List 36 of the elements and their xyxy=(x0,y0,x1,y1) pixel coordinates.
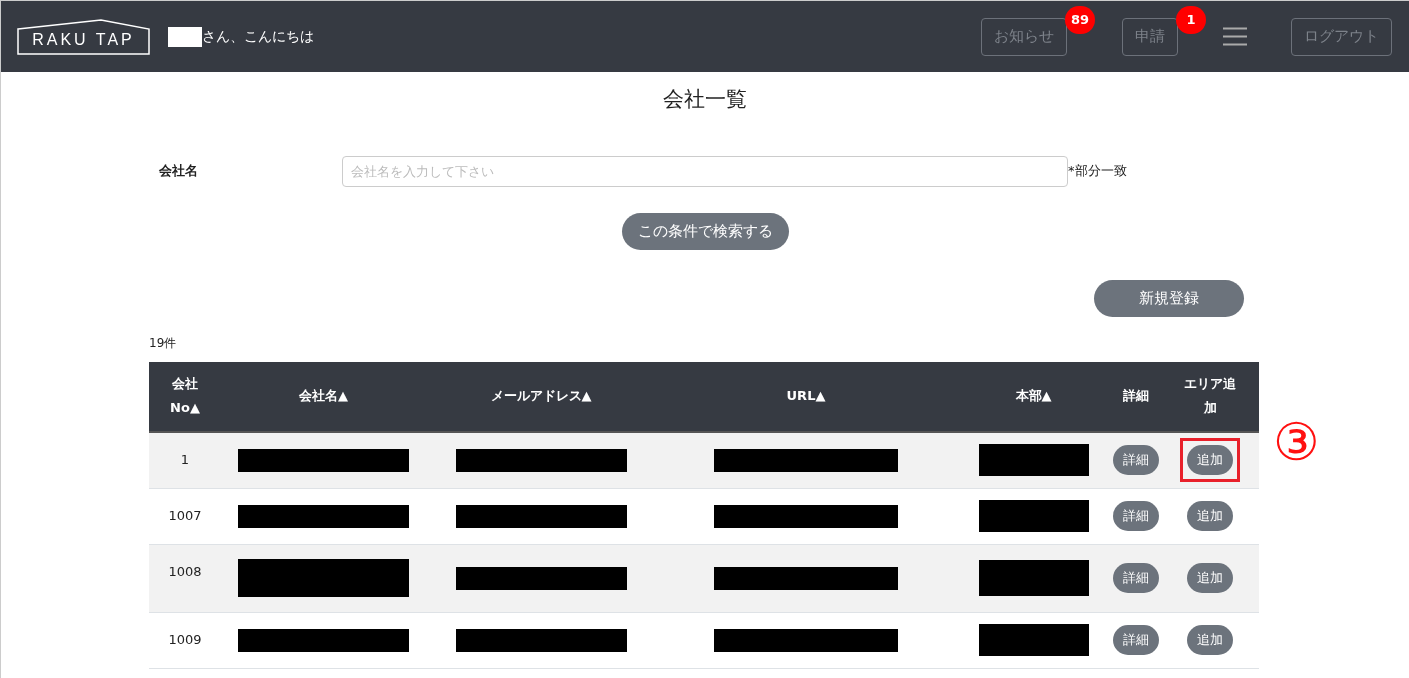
column-header[interactable]: 会社No▲ xyxy=(149,372,221,420)
field-label: 会社名 xyxy=(159,162,199,181)
match-note: *部分一致 xyxy=(1068,162,1127,181)
detail-button[interactable]: 詳細 xyxy=(1113,563,1159,593)
nav-button[interactable]: お知らせ xyxy=(981,17,1067,56)
table-cell: 1 xyxy=(180,451,190,467)
logout-button[interactable]: ログアウト xyxy=(1291,17,1392,56)
column-header[interactable]: URL▲ xyxy=(656,384,956,408)
add-button[interactable]: 追加 xyxy=(1187,501,1233,531)
detail-button[interactable]: 詳細 xyxy=(1113,625,1159,655)
column-header: 詳細 xyxy=(1122,387,1150,405)
result-count: 19件 xyxy=(149,334,178,352)
column-header[interactable]: 本部▲ xyxy=(956,384,1111,408)
table-cell: 1008 xyxy=(168,563,202,579)
add-button[interactable]: 追加 xyxy=(1187,445,1233,475)
detail-button[interactable]: 詳細 xyxy=(1113,501,1159,531)
column-header: エリア追加 xyxy=(1183,375,1237,417)
table-cell: 1007 xyxy=(168,507,202,523)
add-button[interactable]: 追加 xyxy=(1187,563,1233,593)
new-registration-button[interactable]: 新規登録 xyxy=(1094,279,1244,317)
count-badge: 1 xyxy=(1176,5,1206,34)
table-cell: 1009 xyxy=(168,631,202,647)
add-button[interactable]: 追加 xyxy=(1187,625,1233,655)
page-title: 会社一覧 xyxy=(662,86,748,113)
column-header[interactable]: 会社名▲ xyxy=(221,384,426,408)
logo[interactable]: RAKU TAP xyxy=(17,18,150,55)
company-name-field[interactable]: 会社名を入力して下さい xyxy=(342,155,1068,187)
detail-button[interactable]: 詳細 xyxy=(1113,445,1159,475)
step-number: ③ xyxy=(1273,411,1320,472)
house-outline-icon xyxy=(17,18,150,55)
column-header[interactable]: メールアドレス▲ xyxy=(426,384,656,408)
search-button[interactable]: この条件で検索する xyxy=(621,212,789,250)
name-redaction xyxy=(168,26,202,47)
count-badge: 89 xyxy=(1065,5,1095,34)
menu-icon[interactable] xyxy=(1223,27,1247,46)
greeting-text: さん、こんにちは xyxy=(202,27,314,46)
